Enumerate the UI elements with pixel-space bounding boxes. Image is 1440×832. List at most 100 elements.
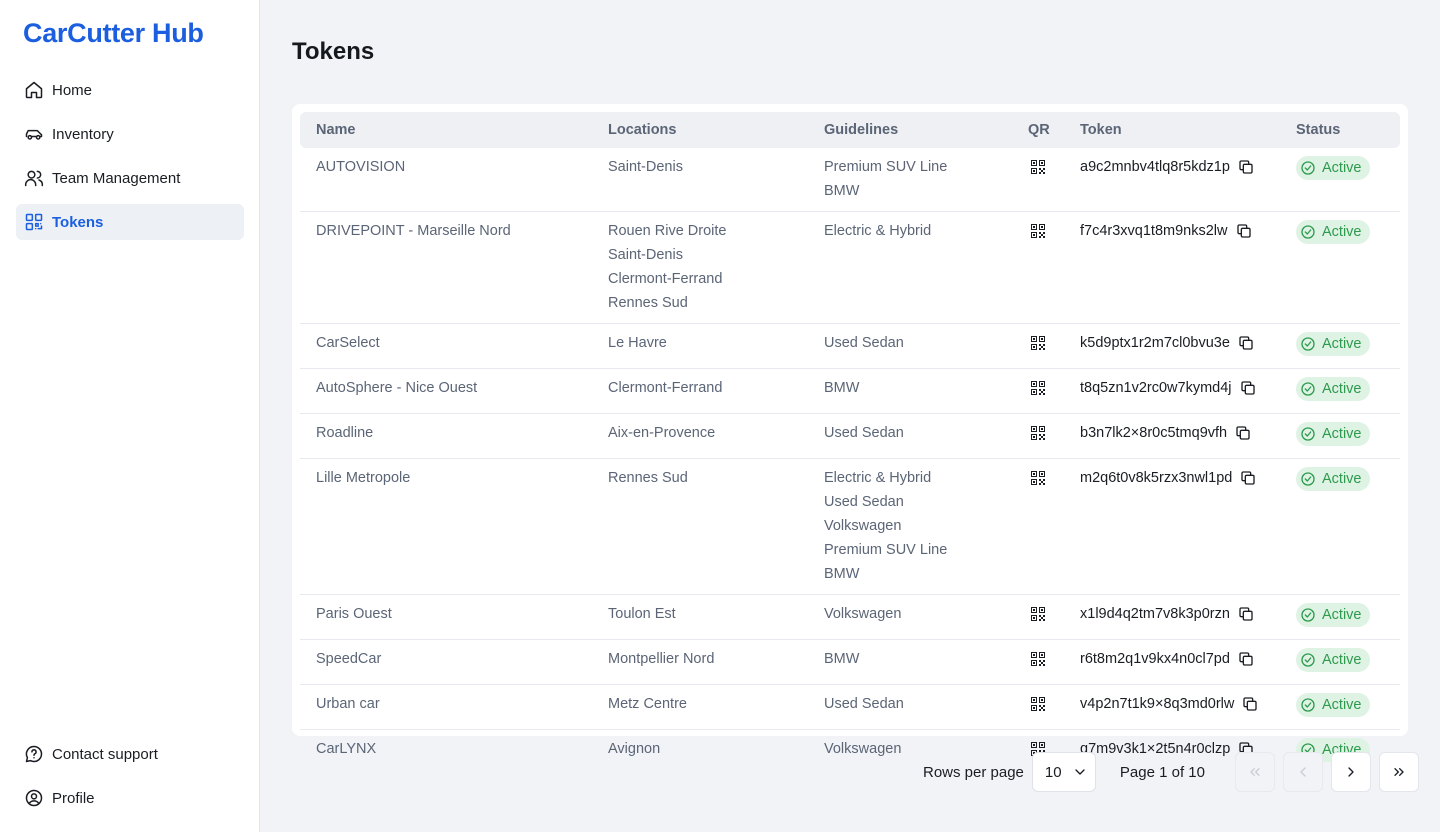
sidebar-item-label: Tokens xyxy=(52,213,104,231)
check-circle-icon xyxy=(1300,336,1316,352)
next-page-button[interactable] xyxy=(1330,752,1371,792)
token-value: b3n7lk2×8r0c5tmq9vfh xyxy=(1080,425,1228,441)
chevron-right-icon xyxy=(1348,767,1354,777)
copy-icon[interactable] xyxy=(1238,159,1254,175)
cell-guidelines: Electric & Hybrid xyxy=(808,211,1026,324)
table-row[interactable]: Lille Metropole Rennes Sud Electric & Hybr… xyxy=(300,458,1400,595)
guideline-item: Used Sedan xyxy=(824,335,904,351)
cell-locations: Rennes Sud xyxy=(592,458,808,595)
sidebar-item-inventory[interactable]: Inventory xyxy=(16,116,244,152)
cell-name: AUTOVISION xyxy=(300,148,592,212)
status-label: Active xyxy=(1322,336,1362,352)
status-badge: Active xyxy=(1296,422,1370,446)
qr-code-icon[interactable] xyxy=(1030,223,1046,239)
token-value: a9c2mnbv4tlq8r5kdz1p xyxy=(1080,159,1230,175)
status-label: Active xyxy=(1322,471,1362,487)
qr-code-icon[interactable] xyxy=(1030,696,1046,712)
sidebar-bottom-nav: Contact support Profile xyxy=(16,736,244,824)
column-header-locations[interactable]: Locations xyxy=(592,112,808,148)
location-item: Saint-Denis xyxy=(608,159,683,175)
cell-guidelines: Used Sedan xyxy=(808,684,1026,730)
cell-name: CarSelect xyxy=(300,323,592,369)
last-page-button[interactable] xyxy=(1378,752,1419,792)
previous-page-button[interactable] xyxy=(1282,752,1323,792)
copy-icon[interactable] xyxy=(1238,651,1254,667)
chevrons-right-icon xyxy=(1394,768,1404,776)
status-badge: Active xyxy=(1296,220,1370,244)
cell-token: m2q6t0v8k5rzx3nwl1pd xyxy=(1064,458,1280,595)
status-label: Active xyxy=(1322,160,1362,176)
cell-name: DRIVEPOINT - Marseille Nord xyxy=(300,211,592,324)
brand-logo[interactable]: CarCutter Hub xyxy=(23,18,204,49)
cell-qr xyxy=(1026,413,1064,459)
token-value: t8q5zn1v2rc0w7kymd4j xyxy=(1080,380,1232,396)
table-row[interactable]: AUTOVISION Saint-Denis Premium SUV Line BMW… xyxy=(300,148,1400,212)
qr-code-icon[interactable] xyxy=(1030,651,1046,667)
copy-icon[interactable] xyxy=(1242,696,1258,712)
token-value: r6t8m2q1v9kx4n0cl7pd xyxy=(1080,651,1230,667)
cell-qr xyxy=(1026,684,1064,730)
cell-status: Active xyxy=(1280,594,1400,640)
sidebar-item-team-management[interactable]: Team Management xyxy=(16,160,244,196)
table-row[interactable]: SpeedCar Montpellier Nord BMW r6t8m2q1v9kx4… xyxy=(300,639,1400,685)
status-label: Active xyxy=(1322,381,1362,397)
check-circle-icon xyxy=(1300,224,1316,240)
sidebar-item-contact-support[interactable]: Contact support xyxy=(16,736,244,772)
copy-icon[interactable] xyxy=(1238,606,1254,622)
qr-code-icon[interactable] xyxy=(1030,380,1046,396)
qr-code-icon[interactable] xyxy=(1030,335,1046,351)
sidebar-item-tokens[interactable]: Tokens xyxy=(16,204,244,240)
rows-per-page-value: 10 xyxy=(1044,763,1062,781)
status-badge: Active xyxy=(1296,332,1370,356)
status-label: Active xyxy=(1322,607,1362,623)
table-row[interactable]: AutoSphere - Nice Ouest Clermont-Ferrand B… xyxy=(300,368,1400,414)
guideline-item: Used Sedan xyxy=(824,425,904,441)
copy-icon[interactable] xyxy=(1240,470,1256,486)
guideline-item: BMW xyxy=(824,380,860,396)
cell-token: a9c2mnbv4tlq8r5kdz1p xyxy=(1064,148,1280,212)
chevron-left-icon xyxy=(1300,767,1306,777)
column-header-status[interactable]: Status xyxy=(1280,112,1400,148)
copy-icon[interactable] xyxy=(1240,380,1256,396)
guideline-item: Electric & Hybrid xyxy=(824,223,932,239)
cell-name: AutoSphere - Nice Ouest xyxy=(300,368,592,414)
column-header-name[interactable]: Name xyxy=(300,112,592,148)
tokens-table: Name Locations Guidelines QR Token Statu… xyxy=(300,112,1400,774)
table-row[interactable]: CarSelect Le Havre Used Sedan k5d9ptx1r2m7c… xyxy=(300,323,1400,369)
sidebar-item-profile[interactable]: Profile xyxy=(16,780,244,816)
status-badge: Active xyxy=(1296,603,1370,627)
cell-locations: Metz Centre xyxy=(592,684,808,730)
token-value: x1l9d4q2tm7v8k3p0rzn xyxy=(1080,606,1230,622)
guideline-item: BMW xyxy=(824,651,860,667)
token-value: m2q6t0v8k5rzx3nwl1pd xyxy=(1080,470,1233,486)
location-item: Clermont-Ferrand xyxy=(608,380,723,396)
copy-icon[interactable] xyxy=(1235,425,1251,441)
sidebar-item-label: Profile xyxy=(52,789,95,807)
cell-name: Urban car xyxy=(300,684,592,730)
cell-name: Roadline xyxy=(300,413,592,459)
first-page-button[interactable] xyxy=(1234,752,1275,792)
guideline-item: Volkswagen xyxy=(824,518,902,534)
location-item: Toulon Est xyxy=(608,606,676,622)
pagination: Rows per page 10 Page 1 of 10 xyxy=(923,752,1419,792)
qr-code-icon[interactable] xyxy=(1030,425,1046,441)
cell-name: Paris Ouest xyxy=(300,594,592,640)
qr-code-icon[interactable] xyxy=(1030,470,1046,486)
table-row[interactable]: DRIVEPOINT - Marseille Nord Rouen Rive Dr… xyxy=(300,211,1400,324)
location-item: Avignon xyxy=(608,741,661,757)
table-row[interactable]: Roadline Aix-en-Provence Used Sedan b3n7lk2… xyxy=(300,413,1400,459)
rows-per-page-select[interactable]: 10 xyxy=(1031,752,1096,792)
copy-icon[interactable] xyxy=(1238,335,1254,351)
check-circle-icon xyxy=(1300,471,1316,487)
sidebar-nav: Home Inventory Team Management Tokens xyxy=(16,72,244,248)
qr-code-icon[interactable] xyxy=(1030,159,1046,175)
table-row[interactable]: Urban car Metz Centre Used Sedan v4p2n7t1k9… xyxy=(300,684,1400,730)
column-header-guidelines[interactable]: Guidelines xyxy=(808,112,1026,148)
main-content: Tokens Name Locations Guidelines QR Toke… xyxy=(260,0,1440,832)
status-badge: Active xyxy=(1296,693,1370,717)
qr-code-icon[interactable] xyxy=(1030,606,1046,622)
copy-icon[interactable] xyxy=(1236,223,1252,239)
sidebar-item-home[interactable]: Home xyxy=(16,72,244,108)
cell-locations: Aix-en-Provence xyxy=(592,413,808,459)
table-row[interactable]: Paris Ouest Toulon Est Volkswagen x1l9d4q2t… xyxy=(300,594,1400,640)
